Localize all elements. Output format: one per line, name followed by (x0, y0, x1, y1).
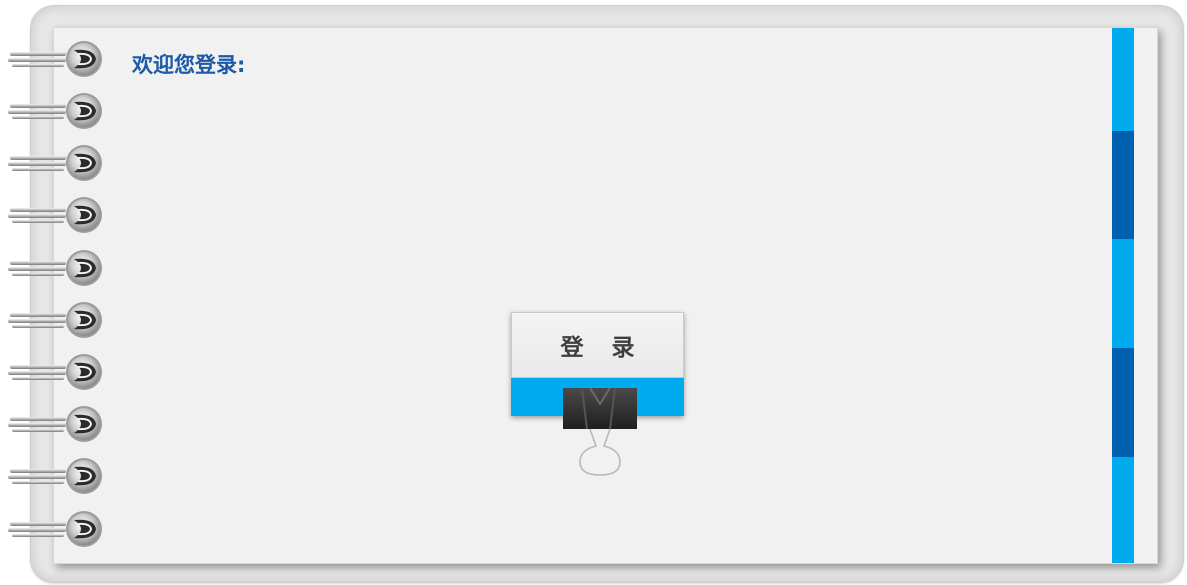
binder-clip-icon (563, 387, 637, 476)
spiral-ring-icon (8, 249, 103, 287)
spiral-binding (0, 0, 110, 585)
side-tab-2 (1112, 131, 1134, 239)
spiral-ring-icon (8, 196, 103, 234)
spiral-ring-icon (8, 92, 103, 130)
side-tabs (1112, 28, 1134, 563)
spiral-ring-icon (8, 353, 103, 391)
spiral-ring-icon (8, 301, 103, 339)
spiral-ring-icon (8, 144, 103, 182)
notebook-page: 欢迎您登录: (53, 27, 1158, 564)
side-tab-3 (1112, 239, 1134, 348)
side-tab-5 (1112, 457, 1134, 563)
spiral-ring-icon (8, 457, 103, 495)
page-title: 欢迎您登录: (132, 53, 246, 77)
spiral-ring-icon (8, 510, 103, 548)
spiral-ring-icon (8, 40, 103, 78)
login-button-face[interactable]: 登 录 (511, 312, 684, 378)
side-tab-4 (1112, 348, 1134, 457)
side-tab-1 (1112, 28, 1134, 131)
spiral-ring-icon (8, 405, 103, 443)
login-button-label: 登 录 (560, 335, 645, 361)
